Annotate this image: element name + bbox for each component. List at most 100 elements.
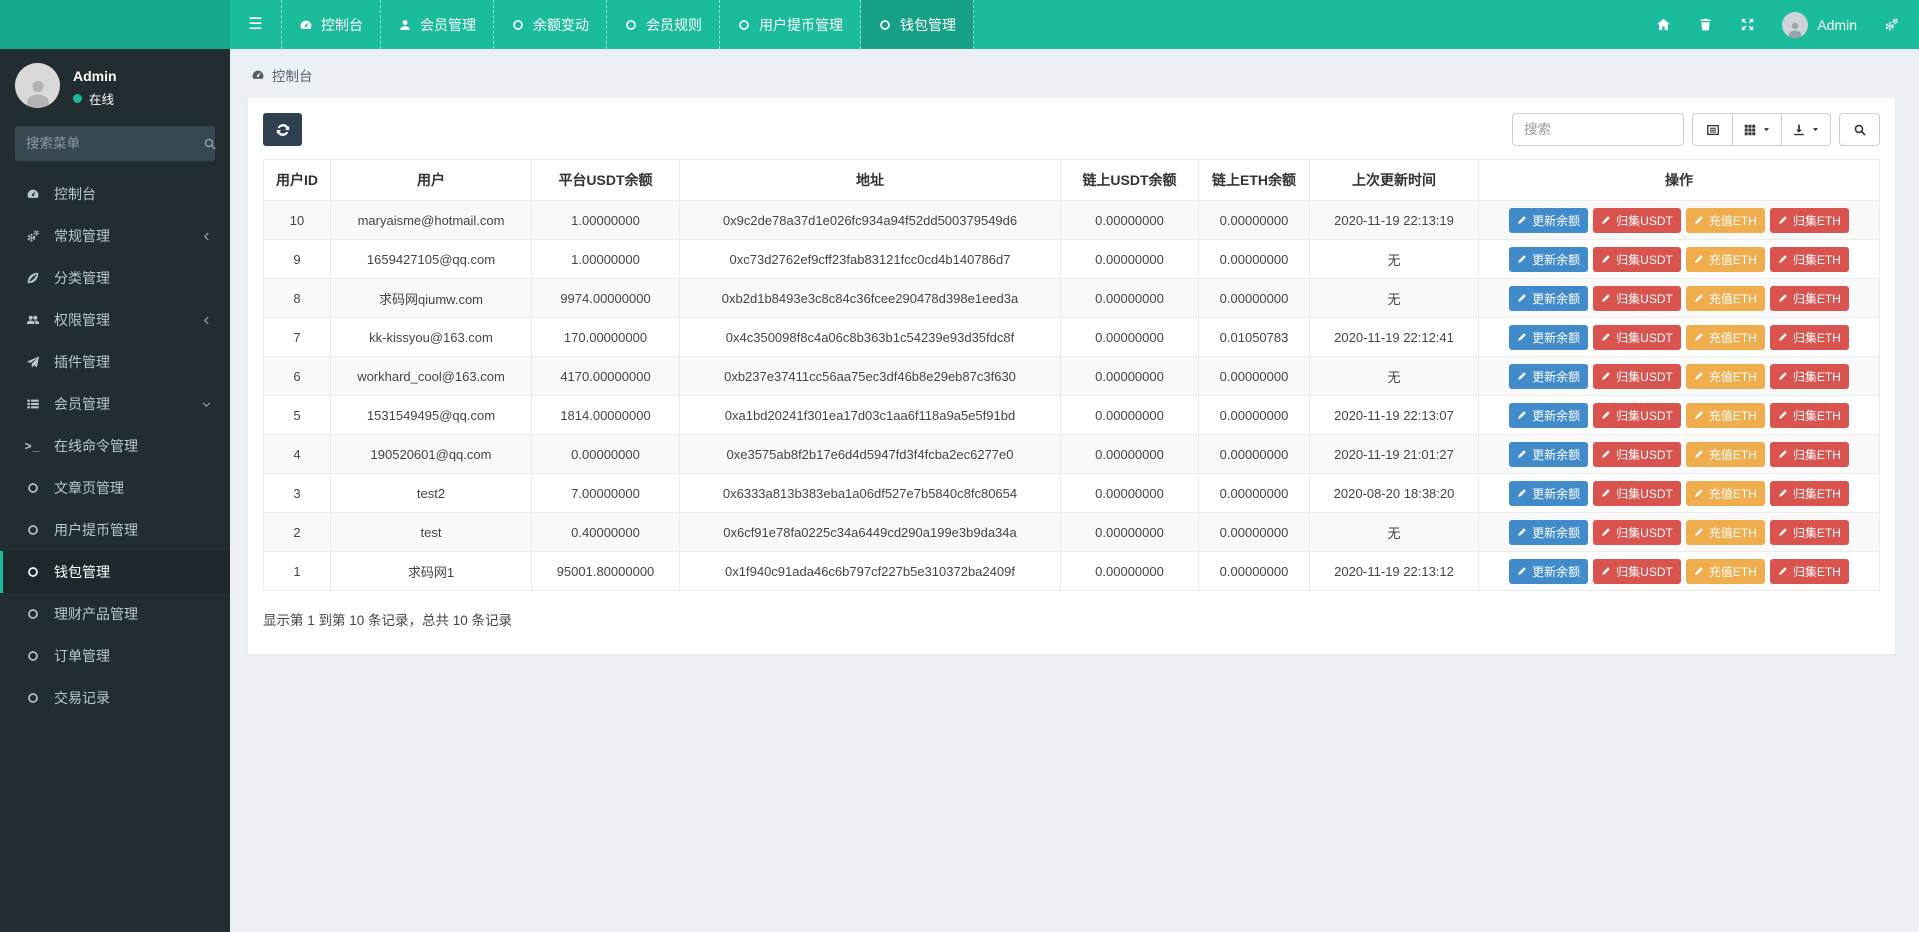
recharge-eth-button[interactable]: 充值ETH [1685, 246, 1765, 272]
sidebar-search-input[interactable] [26, 136, 203, 151]
home-icon[interactable] [1656, 17, 1671, 32]
update-balance-button[interactable]: 更新余额 [1509, 558, 1589, 584]
collect-eth-button[interactable]: 归集ETH [1769, 324, 1849, 350]
search-button[interactable] [1839, 113, 1880, 146]
cell-actions: 更新余额 归集USDT 充值ETH 归集ETH [1478, 200, 1880, 240]
update-balance-button[interactable]: 更新余额 [1509, 285, 1589, 311]
circle-icon [878, 18, 892, 32]
pencil-icon [1517, 566, 1527, 576]
update-balance-button[interactable]: 更新余额 [1509, 519, 1589, 545]
collect-eth-button[interactable]: 归集ETH [1769, 558, 1849, 584]
recharge-eth-button[interactable]: 充值ETH [1685, 324, 1765, 350]
pencil-icon [1601, 332, 1611, 342]
sidebar-item-transaction-records[interactable]: 交易记录 [0, 677, 230, 719]
collect-usdt-button[interactable]: 归集USDT [1593, 441, 1681, 467]
collect-eth-button[interactable]: 归集ETH [1769, 207, 1849, 233]
action-button-label: 归集USDT [1616, 330, 1673, 345]
collect-eth-button[interactable]: 归集ETH [1769, 285, 1849, 311]
recharge-eth-button[interactable]: 充值ETH [1685, 207, 1765, 233]
update-balance-button[interactable]: 更新余额 [1509, 441, 1589, 467]
update-balance-button[interactable]: 更新余额 [1509, 207, 1589, 233]
pencil-icon [1601, 410, 1611, 420]
fullscreen-icon[interactable] [1740, 17, 1755, 32]
action-button-label: 充值ETH [1708, 447, 1757, 462]
cell-platform-usdt-balance: 7.00000000 [531, 473, 680, 513]
recharge-eth-button[interactable]: 充值ETH [1685, 402, 1765, 428]
sidebar-toggle-button[interactable]: ☰ [230, 0, 282, 49]
cell-user-id: 7 [263, 317, 331, 357]
trash-icon[interactable] [1698, 17, 1713, 32]
column-header-user-id: 用户ID [263, 159, 331, 201]
cell-last-update-time: 无 [1309, 356, 1479, 396]
export-button[interactable] [1782, 113, 1831, 146]
recharge-eth-button[interactable]: 充值ETH [1685, 480, 1765, 506]
columns-button[interactable] [1733, 113, 1782, 146]
sidebar-item-label: 文章页管理 [54, 480, 124, 496]
sidebar-item-plugin-management[interactable]: 插件管理 [0, 341, 230, 383]
sidebar-item-general-management[interactable]: 常规管理 [0, 215, 230, 257]
action-button-label: 充值ETH [1708, 408, 1757, 423]
collect-eth-button[interactable]: 归集ETH [1769, 441, 1849, 467]
collect-usdt-button[interactable]: 归集USDT [1593, 558, 1681, 584]
nav-item-dashboard[interactable]: 控制台 [282, 0, 381, 49]
sidebar-item-order-management[interactable]: 订单管理 [0, 635, 230, 677]
collect-usdt-button[interactable]: 归集USDT [1593, 519, 1681, 545]
user-menu[interactable]: Admin [1782, 11, 1857, 38]
update-balance-button[interactable]: 更新余额 [1509, 246, 1589, 272]
collect-eth-button[interactable]: 归集ETH [1769, 519, 1849, 545]
sidebar-item-online-command-management[interactable]: >_ 在线命令管理 [0, 425, 230, 467]
update-balance-button[interactable]: 更新余额 [1509, 363, 1589, 389]
action-button-label: 更新余额 [1532, 486, 1581, 501]
collect-eth-button[interactable]: 归集ETH [1769, 246, 1849, 272]
action-button-label: 更新余额 [1532, 447, 1581, 462]
collect-usdt-button[interactable]: 归集USDT [1593, 207, 1681, 233]
nav-item-member-rules[interactable]: 会员规则 [607, 0, 720, 49]
recharge-eth-button[interactable]: 充值ETH [1685, 285, 1765, 311]
collect-usdt-button[interactable]: 归集USDT [1593, 363, 1681, 389]
cell-chain-usdt-balance: 0.00000000 [1060, 473, 1199, 513]
nav-item-balance-change[interactable]: 余额变动 [494, 0, 607, 49]
recharge-eth-button[interactable]: 充值ETH [1685, 558, 1765, 584]
cell-last-update-time: 2020-11-19 22:13:07 [1309, 395, 1479, 435]
sidebar-item-member-management[interactable]: 会员管理 [0, 383, 230, 425]
update-balance-button[interactable]: 更新余额 [1509, 324, 1589, 350]
update-balance-button[interactable]: 更新余额 [1509, 402, 1589, 428]
nav-item-wallet-management[interactable]: 钱包管理 [861, 0, 974, 49]
nav-item-user-withdraw-management[interactable]: 用户提币管理 [720, 0, 861, 49]
sidebar-item-finance-product-management[interactable]: 理财产品管理 [0, 593, 230, 635]
sidebar-item-wallet-management[interactable]: 钱包管理 [0, 551, 230, 593]
collect-usdt-button[interactable]: 归集USDT [1593, 402, 1681, 428]
sidebar-item-category-management[interactable]: 分类管理 [0, 257, 230, 299]
recharge-eth-button[interactable]: 充值ETH [1685, 441, 1765, 467]
update-balance-button[interactable]: 更新余额 [1509, 480, 1589, 506]
refresh-button[interactable] [263, 113, 302, 146]
collect-usdt-button[interactable]: 归集USDT [1593, 285, 1681, 311]
pencil-icon [1778, 293, 1788, 303]
search-icon[interactable] [203, 137, 217, 151]
pagination-toggle-button[interactable] [1692, 113, 1733, 146]
collect-usdt-button[interactable]: 归集USDT [1593, 246, 1681, 272]
pencil-icon [1601, 254, 1611, 264]
collect-usdt-button[interactable]: 归集USDT [1593, 480, 1681, 506]
collect-eth-button[interactable]: 归集ETH [1769, 480, 1849, 506]
sidebar-item-article-page-management[interactable]: 文章页管理 [0, 467, 230, 509]
collect-eth-button[interactable]: 归集ETH [1769, 363, 1849, 389]
collect-usdt-button[interactable]: 归集USDT [1593, 324, 1681, 350]
collect-eth-button[interactable]: 归集ETH [1769, 402, 1849, 428]
sidebar-item-dashboard[interactable]: 控制台 [0, 173, 230, 215]
cell-chain-eth-balance: 0.00000000 [1198, 512, 1310, 552]
action-button-label: 充值ETH [1708, 252, 1757, 267]
table-search-input[interactable] [1512, 113, 1684, 146]
nav-item-member-management[interactable]: 会员管理 [381, 0, 494, 49]
recharge-eth-button[interactable]: 充值ETH [1685, 363, 1765, 389]
sidebar-item-label: 在线命令管理 [54, 438, 138, 454]
action-button-label: 更新余额 [1532, 330, 1581, 345]
sidebar-item-permission-management[interactable]: 权限管理 [0, 299, 230, 341]
cell-actions: 更新余额 归集USDT 充值ETH 归集ETH [1478, 278, 1880, 318]
cell-user-id: 3 [263, 473, 331, 513]
dashboard-icon [23, 187, 42, 201]
sidebar-item-user-withdraw-management[interactable]: 用户提币管理 [0, 509, 230, 551]
pencil-icon [1778, 332, 1788, 342]
settings-gears-icon[interactable] [1884, 17, 1899, 32]
recharge-eth-button[interactable]: 充值ETH [1685, 519, 1765, 545]
